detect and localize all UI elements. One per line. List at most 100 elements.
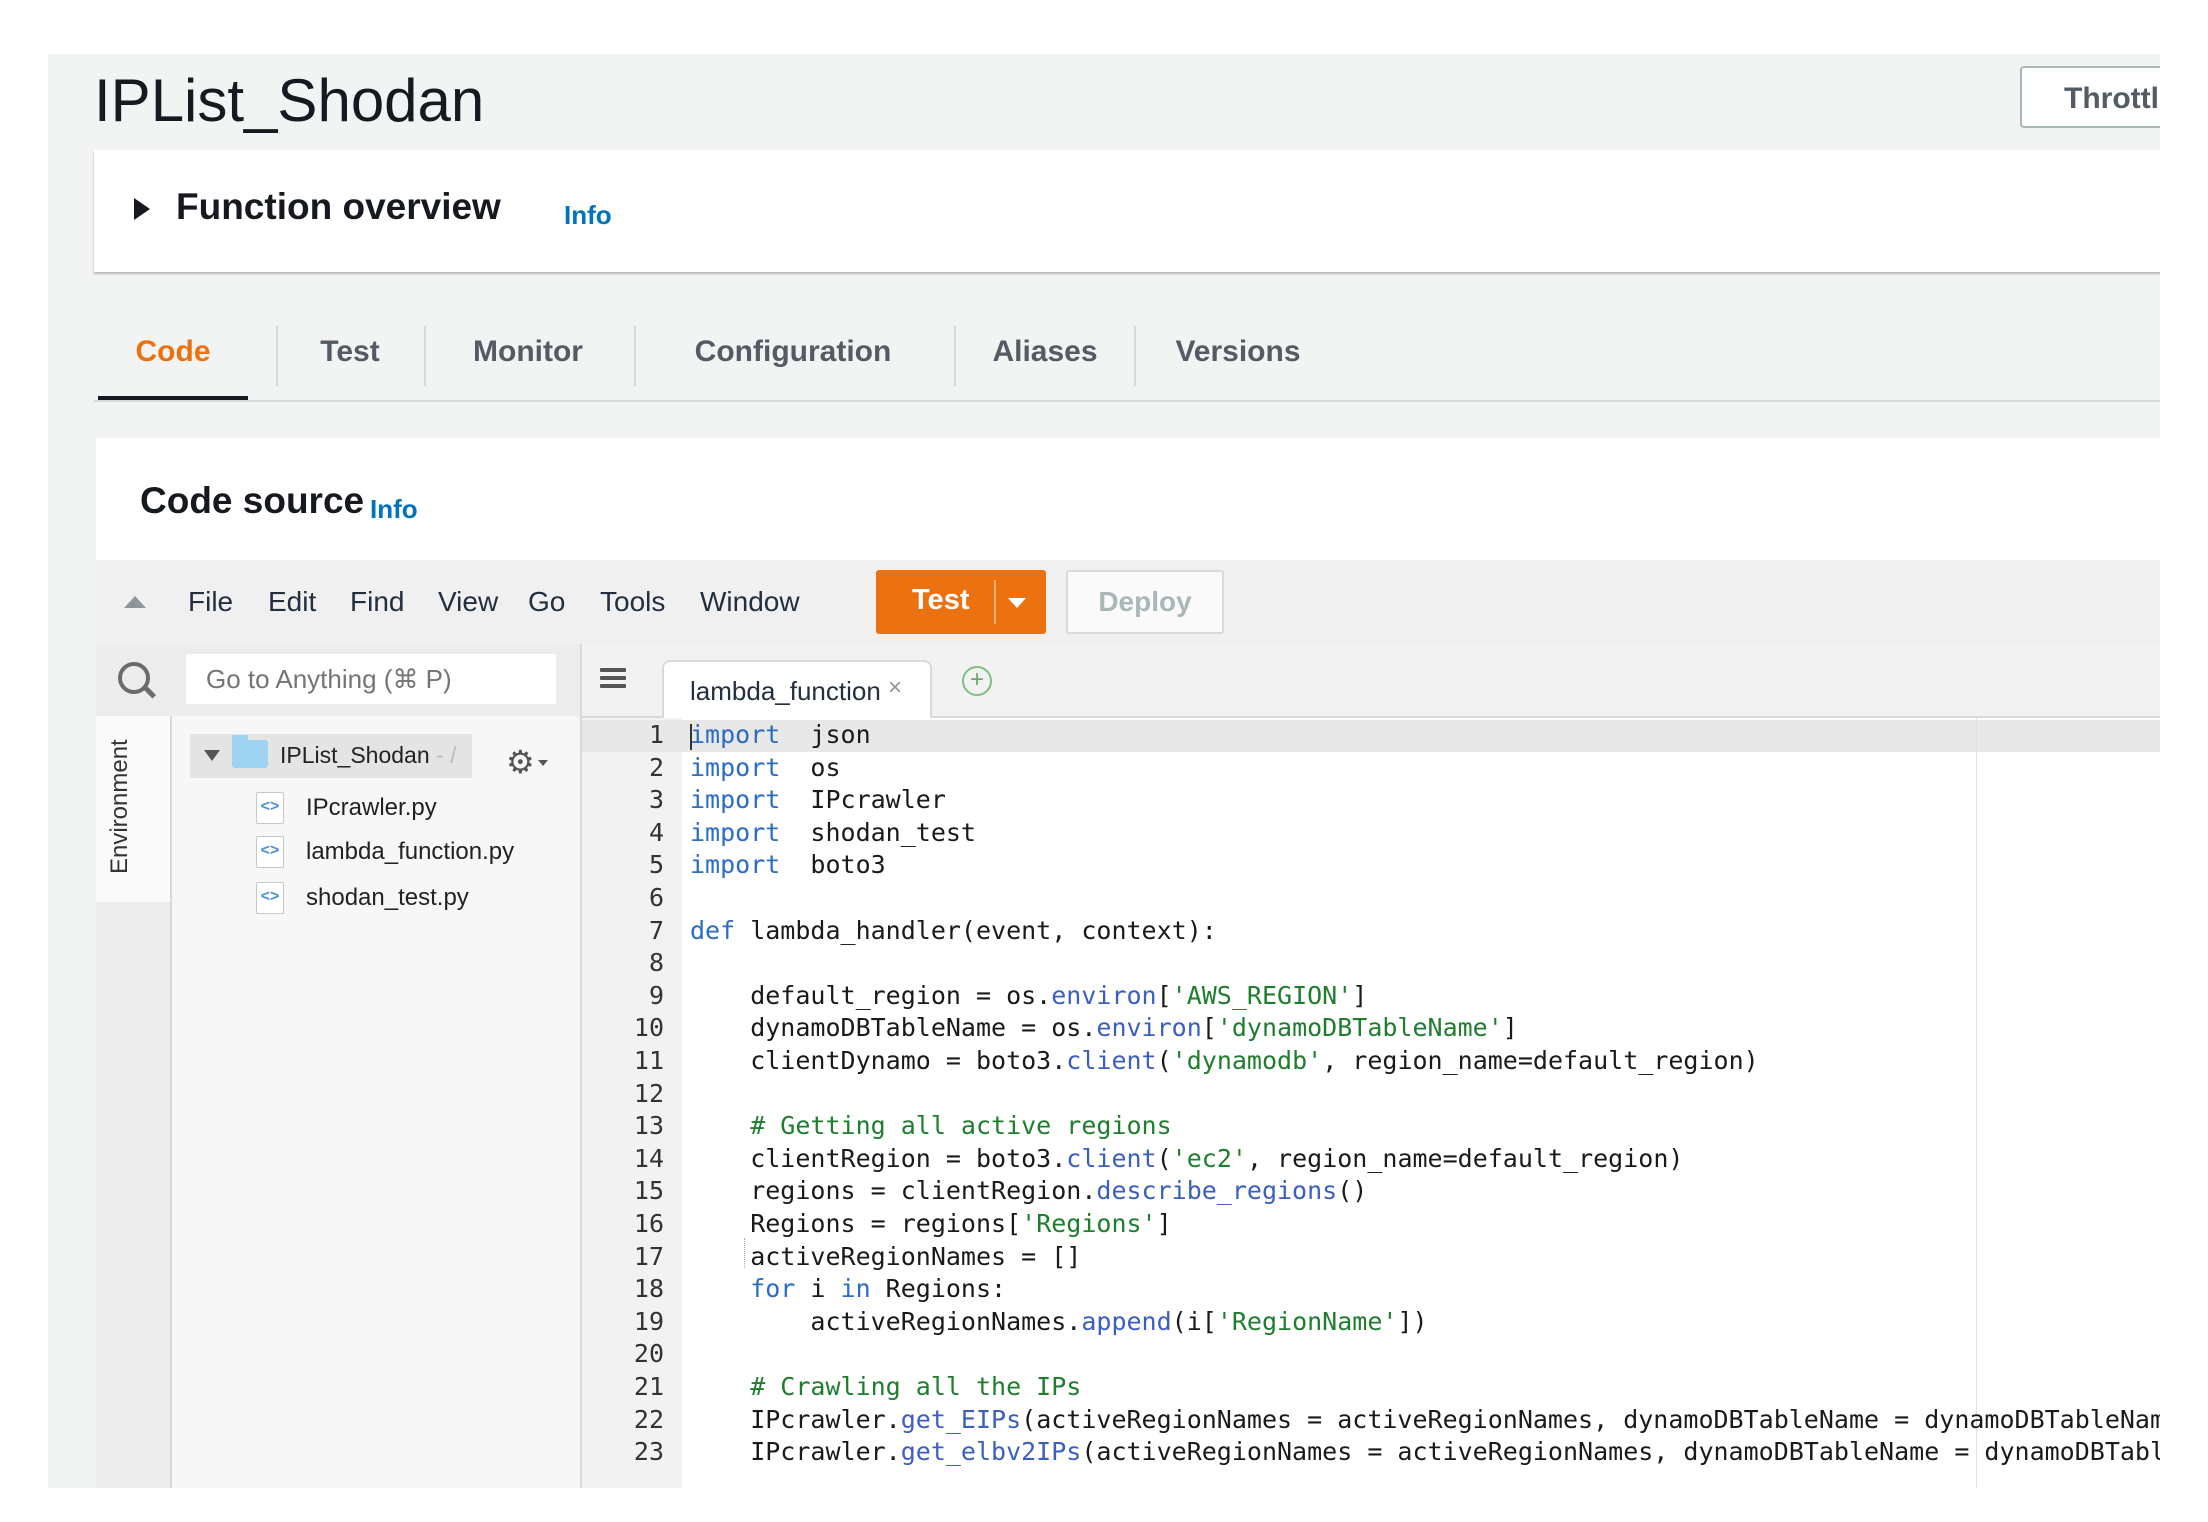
go-to-anything-input[interactable]	[186, 654, 556, 704]
file-shodan-test[interactable]: <> shodan_test.py	[256, 880, 556, 916]
menu-view[interactable]: View	[438, 586, 498, 618]
root-folder-name: IPList_Shodan	[280, 742, 430, 768]
code-token: [	[1157, 981, 1172, 1010]
tab-monitor[interactable]: Monitor	[428, 304, 628, 400]
code-token: shodan_test	[780, 818, 976, 847]
code-token: client	[1066, 1046, 1156, 1075]
file-name: lambda_function.py	[306, 838, 514, 866]
code-token: Regions = regions[	[690, 1209, 1021, 1238]
line-number: 5	[582, 850, 664, 879]
menu-tools[interactable]: Tools	[600, 586, 665, 618]
code-token: import	[690, 818, 780, 847]
code-token: 'Regions'	[1021, 1209, 1156, 1238]
page-title: IPList_Shodan	[94, 66, 484, 135]
add-tab-icon[interactable]: +	[962, 666, 992, 696]
line-number: 23	[582, 1437, 664, 1466]
function-overview-panel[interactable]: Function overview Info	[94, 150, 2160, 272]
code-token: # Crawling all the IPs	[690, 1372, 1081, 1401]
code-token: [	[1202, 1013, 1217, 1042]
code-token: regions = clientRegion.	[690, 1176, 1096, 1205]
code-line: clientRegion = boto3.client('ec2', regio…	[690, 1144, 1683, 1173]
test-button[interactable]: Test	[876, 570, 1046, 634]
code-source-title: Code source	[140, 480, 364, 522]
line-number: 22	[582, 1405, 664, 1434]
expand-caret-icon[interactable]	[134, 198, 150, 220]
file-ipcrawler[interactable]: <> IPcrawler.py	[256, 790, 556, 826]
code-token: (activeRegionNames = activeRegionNames, …	[1021, 1405, 2160, 1434]
root-folder-row[interactable]: IPList_Shodan - /	[190, 734, 472, 778]
menu-file[interactable]: File	[188, 586, 233, 618]
code-token: for	[690, 1274, 795, 1303]
code-token: 'dynamodb'	[1172, 1046, 1323, 1075]
line-number: 10	[582, 1013, 664, 1042]
code-token: boto3	[780, 850, 885, 879]
code-line: import boto3	[690, 850, 886, 879]
line-number: 1	[582, 720, 664, 749]
code-token: environ	[1096, 1013, 1201, 1042]
tab-versions[interactable]: Versions	[1138, 304, 1338, 400]
line-number: 4	[582, 818, 664, 847]
code-token: import	[690, 850, 780, 879]
line-number: 17	[582, 1242, 664, 1271]
code-line: dynamoDBTableName = os.environ['dynamoDB…	[690, 1013, 1518, 1042]
code-source-info-link[interactable]: Info	[370, 494, 418, 525]
tab-test[interactable]: Test	[282, 304, 418, 400]
code-token: IPcrawler.	[690, 1405, 901, 1434]
menu-edit[interactable]: Edit	[268, 586, 316, 618]
code-token: (i[	[1172, 1307, 1217, 1336]
line-number: 21	[582, 1372, 664, 1401]
gear-dropdown-icon[interactable]	[538, 760, 548, 766]
menu-go[interactable]: Go	[528, 586, 565, 618]
line-number: 20	[582, 1339, 664, 1368]
gear-icon[interactable]: ⚙	[506, 746, 535, 778]
line-number: 3	[582, 785, 664, 814]
indent-guide	[744, 1238, 746, 1268]
line-number: 14	[582, 1144, 664, 1173]
code-token: clientRegion = boto3.	[690, 1144, 1066, 1173]
line-number: 2	[582, 753, 664, 782]
code-token: os	[780, 753, 840, 782]
code-token: get_EIPs	[901, 1405, 1021, 1434]
collapse-up-icon[interactable]	[124, 596, 146, 608]
function-overview-title[interactable]: Function overview	[176, 186, 501, 228]
line-number: 19	[582, 1307, 664, 1336]
code-token: 'RegionName'	[1217, 1307, 1398, 1336]
throttle-button[interactable]: Throttl	[2020, 66, 2160, 128]
code-line: regions = clientRegion.describe_regions(…	[690, 1176, 1367, 1205]
go-to-anything-bar	[96, 644, 580, 716]
deploy-button[interactable]: Deploy	[1066, 570, 1224, 634]
text-cursor	[690, 724, 692, 750]
tab-aliases[interactable]: Aliases	[958, 304, 1132, 400]
python-file-icon: <>	[256, 882, 284, 914]
code-token: activeRegionNames.	[690, 1307, 1081, 1336]
tab-configuration[interactable]: Configuration	[640, 304, 946, 400]
environment-tab[interactable]: Environment	[96, 716, 170, 902]
code-line: IPcrawler.get_EIPs(activeRegionNames = a…	[690, 1405, 2160, 1434]
tab-divider	[1134, 326, 1136, 386]
line-number: 16	[582, 1209, 664, 1238]
folder-expanded-icon[interactable]	[204, 750, 220, 761]
code-line: activeRegionNames.append(i['RegionName']…	[690, 1307, 1428, 1336]
code-line: import os	[690, 753, 841, 782]
file-name: shodan_test.py	[306, 884, 469, 912]
close-icon[interactable]: ×	[888, 674, 902, 702]
code-token: ]	[1352, 981, 1367, 1010]
editor-tab-lambda-function[interactable]: lambda_function ×	[662, 660, 932, 718]
code-token: 'AWS_REGION'	[1172, 981, 1353, 1010]
test-button-label: Test	[912, 584, 969, 617]
environment-label: Environment	[106, 739, 134, 874]
code-token: in	[841, 1274, 871, 1303]
editor-tab-bar: lambda_function × +	[582, 644, 2160, 718]
tab-list-icon[interactable]	[600, 668, 626, 690]
code-token: Regions:	[871, 1274, 1006, 1303]
test-dropdown-caret-icon[interactable]	[1008, 598, 1026, 608]
tab-code[interactable]: Code	[98, 304, 248, 400]
code-token: json	[780, 720, 870, 749]
file-lambda-function[interactable]: <> lambda_function.py	[256, 834, 556, 870]
search-icon[interactable]	[118, 662, 150, 694]
function-overview-info-link[interactable]: Info	[564, 200, 612, 231]
code-token: ]	[1157, 1209, 1172, 1238]
line-number: 12	[582, 1079, 664, 1108]
menu-find[interactable]: Find	[350, 586, 404, 618]
menu-window[interactable]: Window	[700, 586, 800, 618]
